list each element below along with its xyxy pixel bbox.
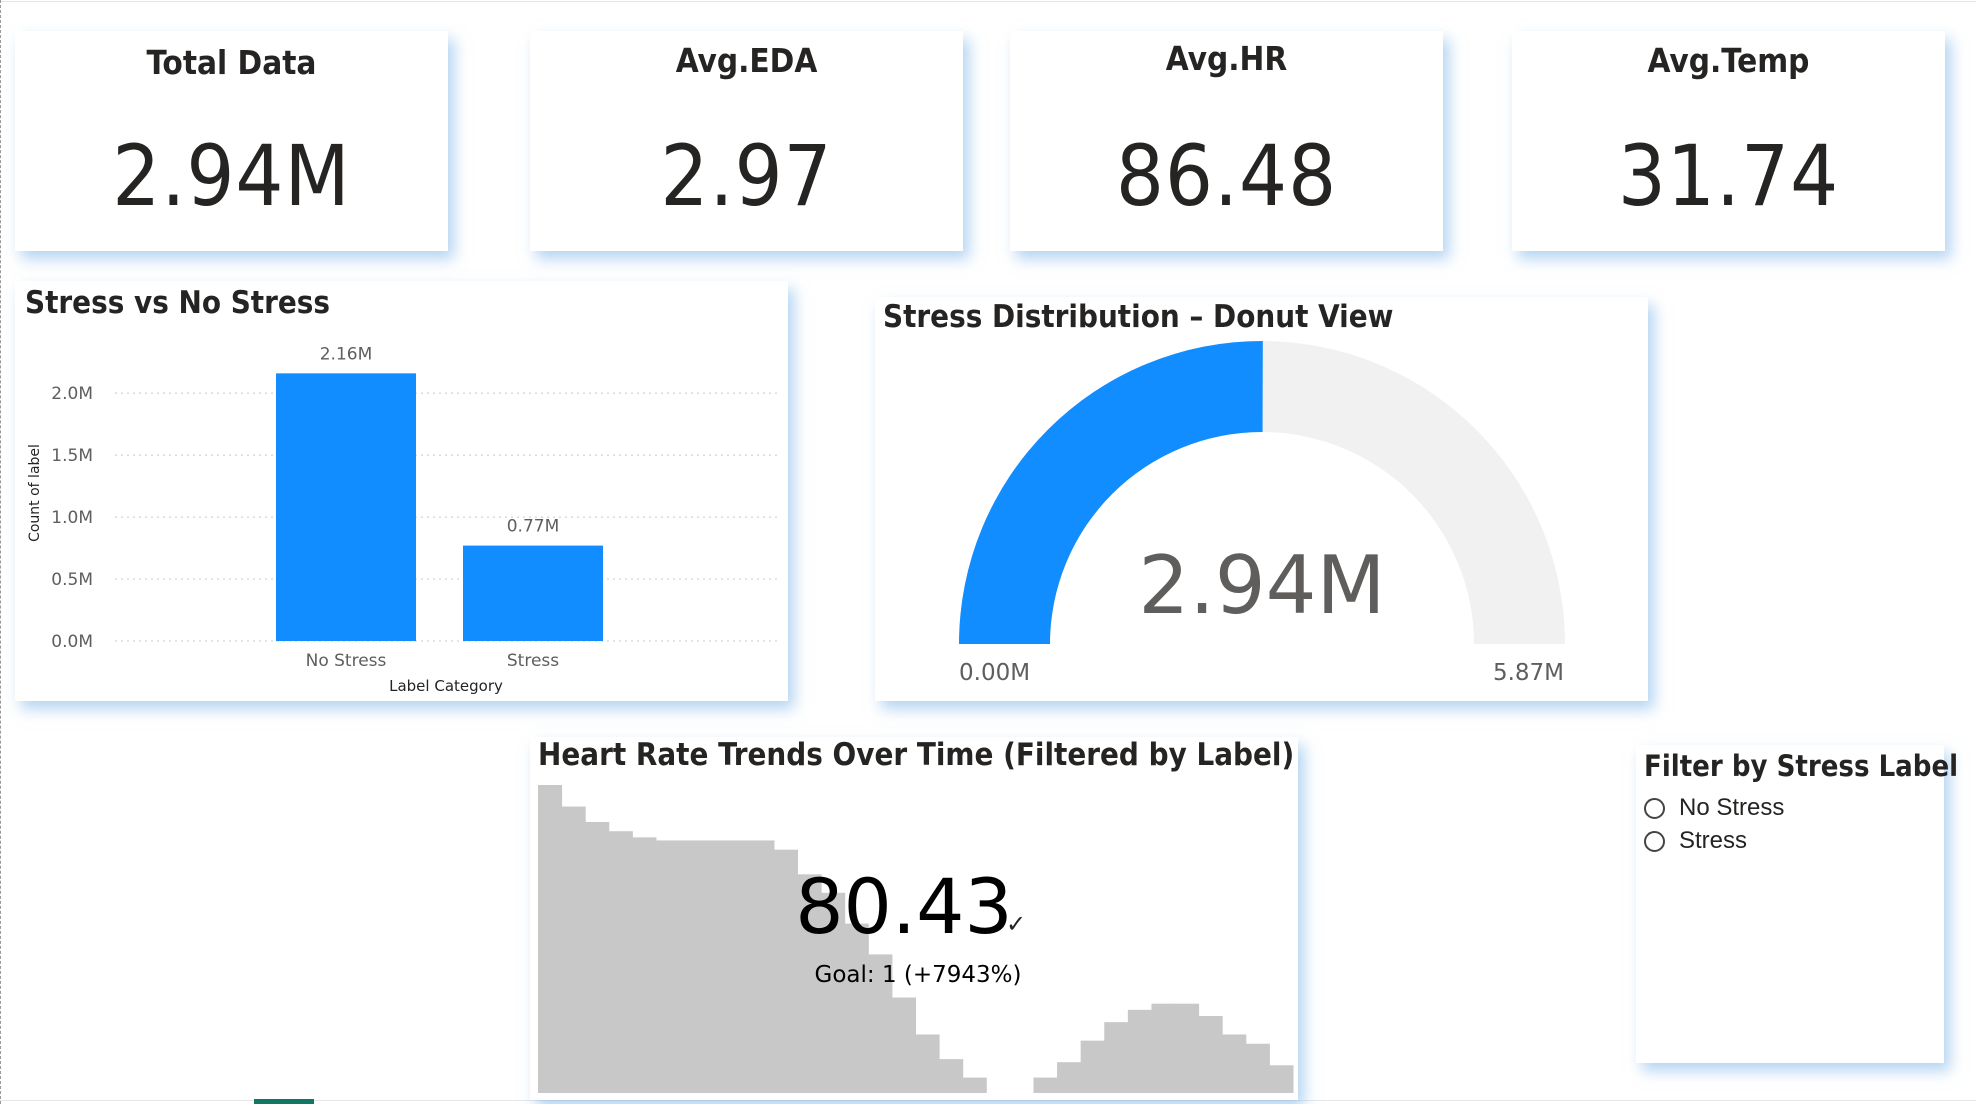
gauge-min-label: 0.00M	[959, 660, 1030, 686]
area-step	[750, 840, 775, 1093]
x-tick-label: Stress	[507, 651, 559, 671]
gauge-value-label: 2.94M	[1138, 539, 1385, 632]
area-step	[1127, 1009, 1152, 1093]
slicer-title: Filter by Stress Label	[1644, 749, 1959, 783]
radio-button[interactable]	[1644, 797, 1665, 819]
x-tick-label: No Stress	[306, 651, 387, 671]
gauge-visual[interactable]: Stress Distribution – Donut View 2.94M 0.…	[875, 297, 1648, 701]
stress-label-slicer: Filter by Stress Label No Stress Stress	[1636, 745, 1958, 1063]
y-tick-label: 1.5M	[51, 446, 93, 466]
area-step	[585, 821, 610, 1093]
area-step	[1198, 1016, 1223, 1093]
kpi-card-avg-eda: Avg.EDA 2.97	[530, 31, 963, 251]
slicer-option-label: Stress	[1679, 827, 1748, 854]
area-step	[1057, 1062, 1082, 1093]
area-step	[1222, 1034, 1247, 1093]
area-step	[1104, 1022, 1129, 1093]
trend-area-chart: 80.43✓ Goal: 1 (+7943%)	[538, 785, 1294, 1093]
y-axis-label: Count of label	[27, 444, 43, 542]
bar	[463, 545, 603, 641]
area-step	[939, 1059, 964, 1093]
kpi-card-avg-hr: Avg.HR 86.48	[1010, 31, 1443, 251]
area-step	[632, 837, 657, 1093]
area-step	[1033, 1077, 1058, 1093]
kpi-card-total-data: Total Data 2.94M	[15, 31, 448, 251]
area-step	[1151, 1003, 1176, 1093]
slicer-option-no-stress[interactable]: No Stress	[1644, 793, 1784, 823]
area-step	[655, 840, 681, 1093]
y-tick-label: 1.0M	[51, 508, 93, 528]
kpi-value: 86.48	[1115, 127, 1338, 225]
y-tick-label: 0.5M	[51, 570, 93, 590]
area-step	[1245, 1043, 1270, 1093]
trend-visual[interactable]: Heart Rate Trends Over Time (Filtered by…	[530, 737, 1298, 1100]
area-step	[962, 1077, 987, 1093]
kpi-value: 80.43	[795, 862, 1013, 951]
gauge-chart: 2.94M 0.00M 5.87M	[959, 341, 1565, 686]
y-tick-label: 0.0M	[51, 632, 93, 652]
bar	[276, 373, 416, 641]
area-step	[1269, 1065, 1294, 1093]
area-step	[1080, 1040, 1105, 1093]
data-label: 2.16M	[320, 344, 373, 364]
area-step	[608, 831, 633, 1093]
kpi-title: Avg.EDA	[675, 41, 818, 80]
area-step	[679, 840, 704, 1093]
x-axis-label: Label Category	[389, 677, 503, 695]
area-step	[891, 997, 916, 1093]
area-step	[538, 785, 563, 1093]
kpi-card-avg-temp: Avg.Temp 31.74	[1512, 31, 1945, 251]
page-tab-indicator	[254, 1099, 314, 1104]
kpi-title: Avg.HR	[1165, 39, 1288, 78]
data-label: 0.77M	[507, 517, 560, 537]
slicer-option-label: No Stress	[1679, 794, 1785, 821]
gauge-max-label: 5.87M	[1493, 660, 1564, 686]
bar-chart: 0.0M 0.5M 1.0M 1.5M 2.0M 2.16M No Stress 0.77M S…	[27, 344, 780, 695]
area-step	[726, 840, 751, 1093]
area-step	[561, 806, 586, 1093]
goal-label: Goal: 1 (+7943%)	[815, 962, 1022, 988]
slicer-option-stress[interactable]: Stress	[1644, 826, 1747, 856]
kpi-title: Avg.Temp	[1647, 41, 1810, 80]
y-tick-label: 2.0M	[51, 384, 93, 404]
area-step	[915, 1034, 940, 1093]
kpi-value: 2.94M	[112, 127, 351, 225]
area-step	[1175, 1003, 1200, 1093]
kpi-value: 31.74	[1617, 127, 1840, 225]
kpi-value: 2.97	[660, 127, 833, 225]
bar-chart-visual[interactable]: Stress vs No Stress 0.0M 0.5M 1.0M 1.5M 2.0M…	[15, 281, 788, 701]
kpi-title: Total Data	[146, 43, 317, 82]
check-icon: ✓	[1006, 910, 1026, 938]
area-step	[703, 840, 728, 1093]
radio-button[interactable]	[1644, 830, 1665, 852]
